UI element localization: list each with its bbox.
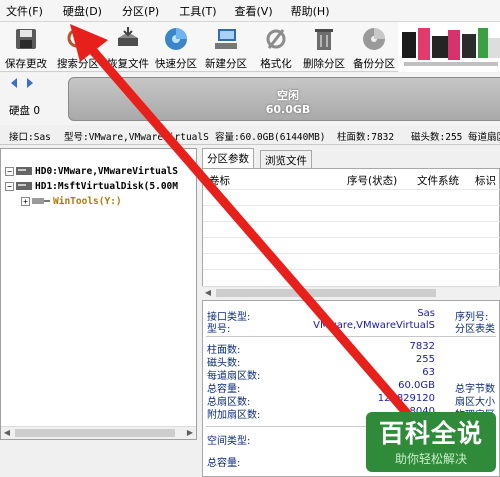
interface-info: 接口:Sas <box>9 132 51 143</box>
menu-view[interactable]: 查看(V) <box>229 3 279 19</box>
disk-info-bar: 接口:Sas 型号:VMware,VMwareVirtualS 容量:60.0G… <box>0 125 500 145</box>
delete-partition-label: 删除分区 <box>303 58 345 70</box>
quick-partition-button[interactable]: 快速分区 <box>150 24 202 70</box>
collapse-icon[interactable]: − <box>5 166 14 176</box>
new-partition-label: 新建分区 <box>205 58 247 70</box>
tab-partition-params[interactable]: 分区参数 <box>202 148 254 168</box>
tree-item-hd1[interactable]: − HD1:MsftVirtualDisk(5.00M <box>5 179 178 193</box>
total-sectors-value: 125829120 <box>377 393 435 404</box>
capacity-info: 容量:60.0GB(61440MB) <box>215 132 326 143</box>
table-row-divider <box>203 221 500 222</box>
save-icon <box>16 29 36 49</box>
table-row-divider <box>203 237 500 238</box>
free-space-partition[interactable]: 空闲 60.0GB <box>68 77 500 121</box>
tab-browse-files[interactable]: 浏览文件 <box>260 150 312 168</box>
partition-icon <box>32 198 50 204</box>
partition-name: 空闲 <box>277 89 299 102</box>
column-header-seq[interactable]: 序号(状态) <box>347 173 397 188</box>
save-changes-button[interactable]: 保存更改 <box>0 24 52 70</box>
space-type-label: 空间类型: <box>207 436 251 447</box>
partition-table: 卷标 序号(状态) 文件系统 标识 <box>202 168 500 288</box>
details-separator <box>206 336 496 337</box>
scrollbar-thumb[interactable] <box>216 289 436 297</box>
tree-item-hd0-label: HD0:VMware,VMwareVirtualS <box>35 165 178 177</box>
previous-disk-icon[interactable] <box>8 77 20 89</box>
tree-item-hd1-label: HD1:MsftVirtualDisk(5.00M <box>35 180 178 192</box>
disk-bar: 硬盘 0 空闲 60.0GB <box>0 73 500 125</box>
menu-partition[interactable]: 分区(P) <box>116 3 165 19</box>
menu-bar: 文件(F) 硬盘(D) 分区(P) 工具(T) 查看(V) 帮助(H) <box>0 0 500 22</box>
search-icon <box>67 28 91 52</box>
model-info: 型号:VMware,VMwareVirtualS <box>64 132 209 143</box>
expand-icon[interactable]: + <box>21 196 30 206</box>
partition-size: 60.0GB <box>265 103 311 116</box>
recover-files-label: 恢复文件 <box>107 58 149 70</box>
new-partition-icon <box>215 29 237 49</box>
scroll-left-icon[interactable]: ◀ <box>202 287 214 299</box>
column-header-id[interactable]: 标识 <box>475 173 496 188</box>
hard-disk-icon <box>16 182 32 190</box>
new-partition-button[interactable]: 新建分区 <box>200 24 252 70</box>
advertisement-image[interactable] <box>398 22 500 72</box>
watermark-subtitle: 助你轻松解决 <box>394 452 467 466</box>
disk-label: 硬盘 0 <box>9 105 41 117</box>
menu-help[interactable]: 帮助(H) <box>285 3 336 19</box>
quick-partition-icon <box>165 28 187 50</box>
quick-partition-label: 快速分区 <box>155 58 197 70</box>
watermark-title: 百科全说 <box>378 419 483 448</box>
drive-icon <box>118 27 138 46</box>
sectors-info: 每道扇区 <box>468 132 500 143</box>
backup-partition-label: 备份分区 <box>353 58 395 70</box>
tree-horizontal-scrollbar[interactable]: ◀ ▶ <box>1 426 196 439</box>
table-row-divider <box>203 189 500 190</box>
cylinders-info: 柱面数:7832 <box>337 132 395 143</box>
trash-icon <box>315 29 333 50</box>
menu-tools[interactable]: 工具(T) <box>173 3 222 19</box>
table-horizontal-scrollbar[interactable]: ◀ <box>202 286 500 299</box>
search-partition-label: 搜索分区 <box>57 58 99 70</box>
model-label: 型号: <box>207 324 231 335</box>
cylinders-value: 7832 <box>409 341 435 352</box>
model-value: VMware,VMwareVirtualS <box>313 320 435 331</box>
scrollbar-thumb[interactable] <box>15 429 175 437</box>
total-capacity-value: 60.0GB <box>398 380 435 391</box>
column-header-label[interactable]: 卷标 <box>209 173 230 188</box>
scroll-left-icon[interactable]: ◀ <box>1 427 13 439</box>
interface-type-value: Sas <box>417 308 435 319</box>
heads-info: 磁头数:255 <box>411 132 463 143</box>
tree-item-wintools-label: WinTools(Y:) <box>53 195 122 207</box>
menu-file[interactable]: 文件(F) <box>0 3 49 19</box>
delete-partition-button[interactable]: 删除分区 <box>298 24 350 70</box>
collapse-icon[interactable]: − <box>5 181 14 191</box>
tree-item-hd0[interactable]: − HD0:VMware,VMwareVirtualS <box>5 164 178 178</box>
column-header-fs[interactable]: 文件系统 <box>417 173 459 188</box>
toolbar: 保存更改 搜索分区 恢复文件 快速分区 新建分区 格式化 删除分区 备份分区 <box>0 22 500 72</box>
recover-files-button[interactable]: 恢复文件 <box>102 24 154 70</box>
sectors-per-track-value: 63 <box>422 367 435 378</box>
format-icon <box>266 29 286 49</box>
next-disk-icon[interactable] <box>24 77 36 89</box>
extra-sectors-label: 附加扇区数: <box>207 410 261 421</box>
format-label: 格式化 <box>260 58 292 70</box>
partition-table-type-label: 分区表类 <box>455 324 495 335</box>
total-capacity-2-label: 总容量: <box>207 458 241 469</box>
watermark-logo: 百科全说 助你轻松解决 <box>366 412 496 472</box>
disk-tree-pane: − HD0:VMware,VMwareVirtualS − HD1:MsftVi… <box>0 148 197 440</box>
table-row-divider <box>203 269 500 270</box>
save-changes-label: 保存更改 <box>5 58 47 70</box>
backup-disc-icon <box>363 28 385 50</box>
scroll-right-icon[interactable]: ▶ <box>184 427 196 439</box>
tree-item-wintools[interactable]: + WinTools(Y:) <box>21 194 122 208</box>
heads-value: 255 <box>415 354 435 365</box>
table-row-divider <box>203 253 500 254</box>
backup-partition-button[interactable]: 备份分区 <box>348 24 400 70</box>
menu-disk[interactable]: 硬盘(D) <box>57 3 108 19</box>
search-partition-button[interactable]: 搜索分区 <box>52 24 104 70</box>
format-button[interactable]: 格式化 <box>250 24 302 70</box>
table-row-divider <box>203 205 500 206</box>
hard-disk-icon <box>16 167 32 175</box>
